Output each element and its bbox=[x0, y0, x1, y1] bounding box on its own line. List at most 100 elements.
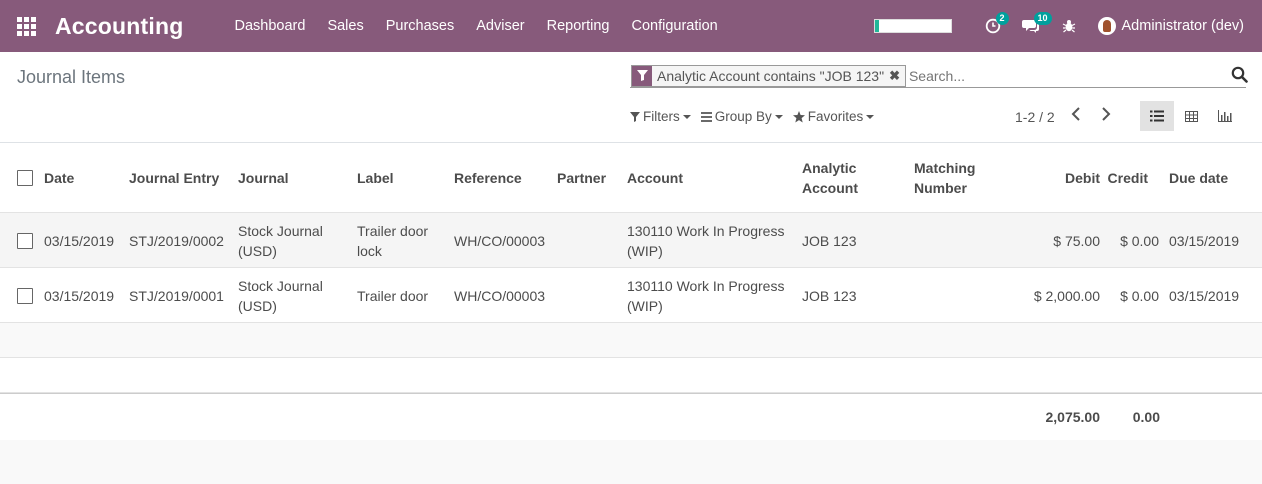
onboarding-progress-bar[interactable] bbox=[873, 19, 952, 33]
activity-button[interactable]: 2 bbox=[974, 0, 1012, 52]
cell-account: 130110 Work In Progress (WIP) bbox=[627, 221, 784, 261]
list-view-button[interactable] bbox=[1140, 101, 1174, 131]
table-header: Date Journal Entry Journal Label Referen… bbox=[0, 143, 1262, 213]
col-analytic-account[interactable]: Analytic Account bbox=[802, 158, 858, 198]
col-matching-number[interactable]: Matching Number bbox=[914, 158, 975, 198]
cell-journal-entry: STJ/2019/0001 bbox=[129, 288, 224, 304]
caret-down-icon bbox=[682, 114, 691, 119]
avatar bbox=[1097, 17, 1116, 35]
search-options: Filters Group By Favorites bbox=[630, 109, 884, 124]
facet-value: Analytic Account contains "JOB 123" bbox=[657, 67, 885, 84]
cell-account-line1: 130110 Work In Progress bbox=[627, 278, 785, 294]
col-debit[interactable]: Debit bbox=[1065, 168, 1100, 188]
cell-journal-line2: (USD) bbox=[238, 298, 277, 314]
cell-reference: WH/CO/00003 bbox=[454, 288, 546, 304]
cell-date: 03/15/2019 bbox=[44, 288, 115, 304]
col-reference[interactable]: Reference bbox=[454, 168, 522, 188]
filters-dropdown[interactable]: Filters bbox=[630, 109, 691, 124]
menu-configuration[interactable]: Configuration bbox=[620, 0, 728, 52]
cell-journal: Stock Journal (USD) bbox=[238, 276, 323, 316]
favorites-dropdown[interactable]: Favorites bbox=[792, 109, 875, 124]
filter-icon bbox=[630, 111, 640, 122]
cell-due-date: 03/15/2019 bbox=[1169, 288, 1240, 304]
table-icon bbox=[1184, 110, 1198, 122]
menu-adviser[interactable]: Adviser bbox=[465, 0, 535, 52]
graph-view-button[interactable] bbox=[1208, 101, 1242, 131]
cell-journal-entry: STJ/2019/0002 bbox=[129, 233, 224, 249]
search-facet: Analytic Account contains "JOB 123" ✖ bbox=[631, 64, 906, 87]
search-bar: Analytic Account contains "JOB 123" ✖ bbox=[630, 64, 1248, 88]
table-footer-totals: 2,075.00 0.00 bbox=[0, 393, 1262, 440]
bars-icon bbox=[700, 111, 712, 122]
cell-credit: $ 0.00 bbox=[1120, 288, 1159, 304]
select-all-checkbox[interactable] bbox=[17, 170, 33, 186]
cell-journal: Stock Journal (USD) bbox=[238, 221, 323, 261]
facet-remove-icon[interactable]: ✖ bbox=[889, 68, 905, 84]
cell-analytic-account: JOB 123 bbox=[802, 233, 857, 249]
search-input[interactable] bbox=[908, 67, 1246, 84]
cell-label-line2: lock bbox=[357, 243, 382, 259]
empty-row bbox=[0, 358, 1262, 393]
table-row[interactable]: 03/15/2019 STJ/2019/0002 Stock Journal (… bbox=[0, 213, 1262, 268]
cell-account-line1: 130110 Work In Progress bbox=[627, 223, 785, 239]
cell-label-line1: Trailer door bbox=[357, 223, 429, 239]
col-partner[interactable]: Partner bbox=[557, 168, 606, 188]
col-due-date[interactable]: Due date bbox=[1169, 168, 1228, 188]
search-icon bbox=[1231, 66, 1248, 83]
cell-due-date: 03/15/2019 bbox=[1169, 233, 1240, 249]
pager-next-button[interactable] bbox=[1101, 107, 1111, 124]
cell-debit: $ 2,000.00 bbox=[1033, 288, 1100, 304]
menu-dashboard[interactable]: Dashboard bbox=[224, 0, 317, 52]
total-credit: 0.00 bbox=[1132, 409, 1160, 425]
chevron-right-icon bbox=[1102, 107, 1111, 121]
search-button[interactable] bbox=[1231, 66, 1248, 86]
pivot-view-button[interactable] bbox=[1174, 101, 1208, 131]
menu-purchases[interactable]: Purchases bbox=[375, 0, 466, 52]
view-switcher bbox=[1140, 101, 1242, 131]
cell-label: Trailer door lock bbox=[357, 221, 428, 261]
pager-value[interactable]: 1-2 / 2 bbox=[1015, 109, 1055, 125]
favorites-label: Favorites bbox=[807, 109, 864, 124]
apps-menu-button[interactable] bbox=[0, 0, 52, 52]
col-account[interactable]: Account bbox=[627, 168, 683, 188]
col-journal-entry[interactable]: Journal Entry bbox=[129, 168, 219, 188]
list-icon bbox=[1150, 110, 1164, 122]
cell-journal-line2: (USD) bbox=[238, 243, 277, 259]
menu-reporting[interactable]: Reporting bbox=[536, 0, 621, 52]
cell-account: 130110 Work In Progress (WIP) bbox=[627, 276, 784, 316]
col-matching-line1: Matching bbox=[914, 160, 976, 176]
debug-button[interactable] bbox=[1050, 0, 1088, 52]
messages-button[interactable]: 10 bbox=[1012, 0, 1052, 52]
cell-account-line2: (WIP) bbox=[627, 298, 663, 314]
col-date[interactable]: Date bbox=[44, 168, 74, 188]
control-panel: Journal Items Analytic Account contains … bbox=[0, 52, 1262, 143]
col-analytic-line2: Account bbox=[802, 180, 858, 196]
apps-grid-icon bbox=[16, 16, 36, 36]
chevron-left-icon bbox=[1071, 107, 1080, 121]
user-menu[interactable]: Administrator (dev) bbox=[1088, 0, 1262, 52]
cell-account-line2: (WIP) bbox=[627, 243, 663, 259]
bug-icon bbox=[1062, 20, 1075, 33]
col-analytic-line1: Analytic bbox=[802, 160, 857, 176]
breadcrumb-title: Journal Items bbox=[17, 67, 126, 87]
row-checkbox[interactable] bbox=[17, 233, 33, 249]
col-credit[interactable]: Credit bbox=[1108, 168, 1148, 188]
col-label[interactable]: Label bbox=[357, 168, 394, 188]
menu-sales[interactable]: Sales bbox=[316, 0, 374, 52]
activity-count-badge: 2 bbox=[995, 12, 1009, 25]
caret-down-icon bbox=[866, 114, 875, 119]
app-brand[interactable]: Accounting bbox=[55, 13, 184, 40]
empty-row bbox=[0, 323, 1262, 358]
main-menu: Dashboard Sales Purchases Adviser Report… bbox=[224, 0, 729, 52]
pager-previous-button[interactable] bbox=[1071, 107, 1081, 124]
progress-fill bbox=[874, 20, 880, 32]
col-matching-line2: Number bbox=[914, 180, 967, 196]
table-row[interactable]: 03/15/2019 STJ/2019/0001 Stock Journal (… bbox=[0, 268, 1262, 323]
filters-label: Filters bbox=[643, 109, 680, 124]
user-name: Administrator (dev) bbox=[1121, 18, 1244, 34]
groupby-dropdown[interactable]: Group By bbox=[700, 109, 783, 124]
col-journal[interactable]: Journal bbox=[238, 168, 289, 188]
cell-debit: $ 75.00 bbox=[1053, 233, 1100, 249]
row-checkbox[interactable] bbox=[17, 288, 33, 304]
filter-icon bbox=[632, 65, 652, 86]
